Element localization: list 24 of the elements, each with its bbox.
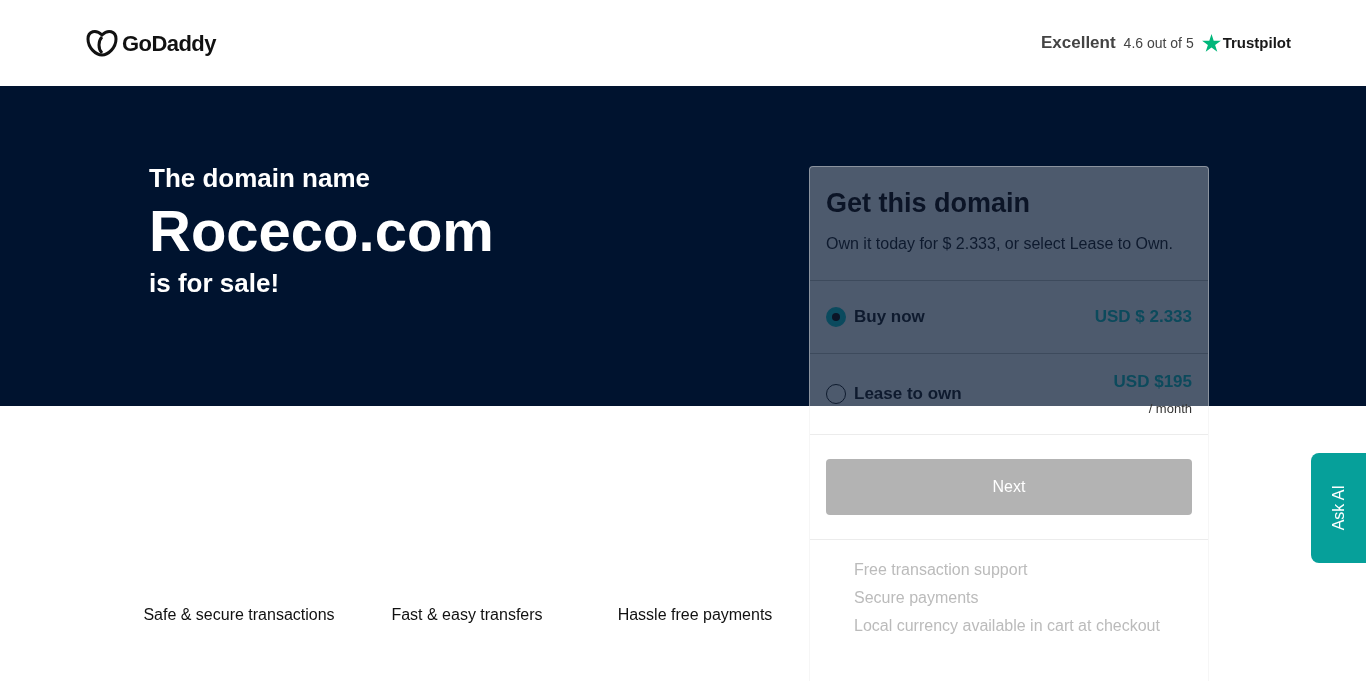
rating-text: 4.6 out of 5 xyxy=(1123,33,1194,53)
ask-ai-button[interactable]: Ask AI xyxy=(1311,453,1366,563)
price-option[interactable]: Buy now USD $ 2.333 xyxy=(810,279,1208,353)
card-subtitle: Own it today for $ 2.333, or select Lease to Own. xyxy=(826,233,1174,254)
star-icon xyxy=(1201,34,1221,52)
benefit-text: Secure payments xyxy=(854,587,980,608)
option-price: USD $ 2.333 xyxy=(1094,305,1192,328)
rating-label: Excellent xyxy=(1040,32,1116,55)
hero-outro: is for sale! xyxy=(149,268,281,298)
logo-icon xyxy=(86,29,118,57)
review-site-name: Trustpilot xyxy=(1222,32,1291,53)
logo-wordmark[interactable]: GoDaddy xyxy=(122,26,216,60)
feature-label: Hassle free payments xyxy=(616,605,774,625)
benefit-text: Local currency available in cart at checkout xyxy=(854,615,1161,636)
card-title: Get this domain xyxy=(826,187,1032,220)
feature-label: Safe & secure transactions xyxy=(142,605,336,625)
domain-name: Roceco.com xyxy=(149,197,495,265)
option-label: Buy now xyxy=(854,305,925,328)
option-label: Lease to own xyxy=(854,382,962,405)
feature-label: Fast & easy transfers xyxy=(390,605,544,625)
option-price: USD $195 xyxy=(1113,371,1192,393)
hero-intro: The domain name xyxy=(149,166,372,190)
benefit-text: Free transaction support xyxy=(854,559,1029,580)
radio-button[interactable] xyxy=(826,306,846,327)
